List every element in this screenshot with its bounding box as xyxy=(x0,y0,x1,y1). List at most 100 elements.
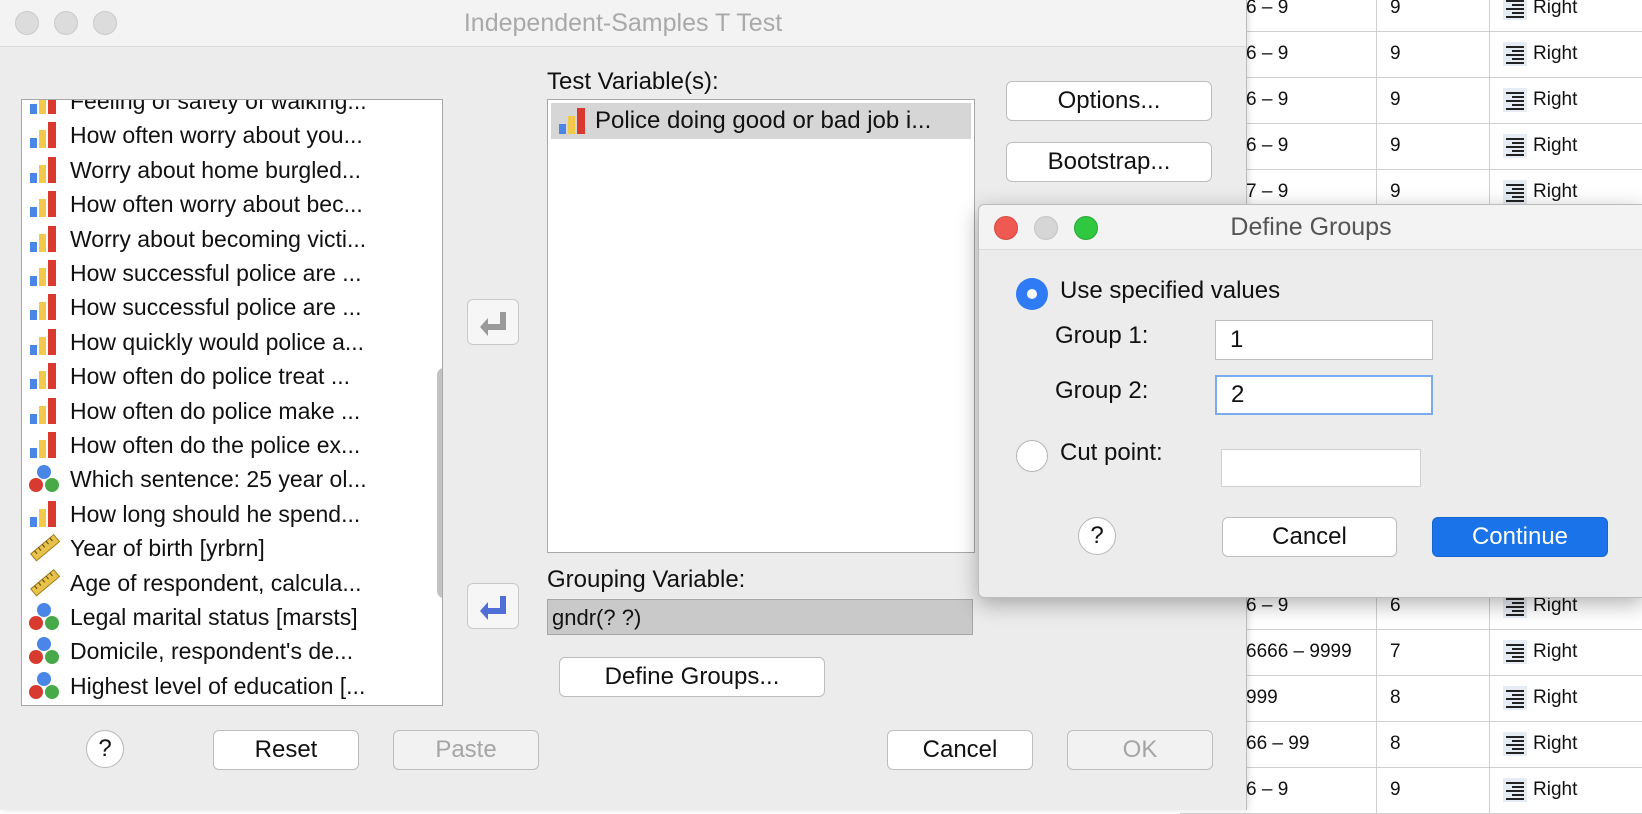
test-variable-label: Police doing good or bad job i... xyxy=(595,107,932,134)
align-label: Right xyxy=(1533,641,1578,662)
variable-label: Which sentence: 25 year ol... xyxy=(70,466,367,493)
test-variables-label: Test Variable(s): xyxy=(547,68,719,95)
align-cell[interactable]: Right xyxy=(1491,721,1642,767)
minimize-window-button[interactable] xyxy=(1034,216,1058,240)
grouping-variable-field[interactable]: gndr(? ?) xyxy=(547,599,973,635)
zoom-window-button[interactable] xyxy=(1074,216,1098,240)
ordinal-variable-icon xyxy=(28,224,60,254)
cancel-button[interactable]: Cancel xyxy=(887,730,1033,770)
paste-button[interactable]: Paste xyxy=(393,730,539,770)
grid-row: 999 8 Right xyxy=(1180,675,1642,722)
align-cell[interactable]: Right xyxy=(1491,0,1642,31)
variable-label: Feeling of safety of walking... xyxy=(70,99,367,114)
ordinal-variable-icon xyxy=(28,327,60,357)
align-right-icon xyxy=(1503,686,1527,710)
options-button[interactable]: Options... xyxy=(1006,81,1212,121)
move-to-test-variables-button[interactable] xyxy=(467,299,519,345)
nominal-variable-icon xyxy=(28,464,60,494)
define-groups-dialog: Define Groups Use specified values Group… xyxy=(978,204,1642,598)
grid-row: 6 – 9 9 Right xyxy=(1180,0,1642,32)
nominal-variable-icon xyxy=(28,602,60,632)
variable-label: How successful police are ... xyxy=(70,294,362,321)
nominal-variable-icon xyxy=(28,636,60,666)
grouping-variable-label: Grouping Variable: xyxy=(547,566,746,593)
variable-label: How often do police treat ... xyxy=(70,363,350,390)
move-to-grouping-variable-button[interactable] xyxy=(467,583,519,629)
align-label: Right xyxy=(1533,0,1578,18)
ordinal-variable-icon xyxy=(28,120,60,150)
ordinal-variable-icon xyxy=(28,155,60,185)
align-label: Right xyxy=(1533,733,1578,754)
cut-point-label: Cut point: xyxy=(1060,439,1163,466)
grid-row: 6 – 9 9 Right xyxy=(1180,767,1642,814)
minimize-window-button[interactable] xyxy=(54,11,78,35)
ok-button[interactable]: OK xyxy=(1067,730,1213,770)
grid-row: 66 – 99 8 Right xyxy=(1180,721,1642,768)
group-1-input[interactable]: 1 xyxy=(1215,320,1433,360)
bootstrap-button[interactable]: Bootstrap... xyxy=(1006,142,1212,182)
grid-row: 6 – 9 9 Right xyxy=(1180,31,1642,78)
continue-button[interactable]: Continue xyxy=(1432,517,1608,557)
columns-cell[interactable]: 9 xyxy=(1378,123,1490,169)
help-button[interactable]: ? xyxy=(86,730,124,768)
variable-label: How often worry about you... xyxy=(70,122,363,149)
ordinal-variable-icon xyxy=(557,106,589,136)
variable-label: How often do police make ... xyxy=(70,397,361,424)
variable-label: Legal marital status [marsts] xyxy=(70,604,358,630)
align-label: Right xyxy=(1533,43,1578,64)
align-label: Right xyxy=(1533,89,1578,110)
arrow-left-icon xyxy=(480,596,506,620)
group-2-label: Group 2: xyxy=(1055,377,1149,404)
scale-variable-icon xyxy=(28,533,61,563)
variable-label: Worry about home burgled... xyxy=(70,156,362,183)
ordinal-variable-icon xyxy=(28,499,60,529)
align-cell[interactable]: Right xyxy=(1491,77,1642,123)
columns-cell[interactable]: 8 xyxy=(1378,721,1490,767)
variable-label: How often do the police ex... xyxy=(70,432,361,458)
columns-cell[interactable]: 9 xyxy=(1378,77,1490,123)
define-groups-title: Define Groups xyxy=(1230,213,1392,241)
align-cell[interactable]: Right xyxy=(1491,31,1642,77)
variable-list-scrollbar[interactable] xyxy=(437,368,442,598)
use-specified-values-radio[interactable] xyxy=(1016,278,1048,310)
variable-label: How long should he spend... xyxy=(70,500,361,527)
align-label: Right xyxy=(1533,135,1578,156)
align-right-icon xyxy=(1503,640,1527,664)
help-button[interactable]: ? xyxy=(1078,517,1116,555)
reset-button[interactable]: Reset xyxy=(213,730,359,770)
align-right-icon xyxy=(1503,42,1527,66)
align-cell[interactable]: Right xyxy=(1491,675,1642,721)
cancel-button[interactable]: Cancel xyxy=(1222,517,1397,557)
columns-cell[interactable]: 9 xyxy=(1378,0,1490,31)
test-variables-list[interactable]: Police doing good or bad job i... xyxy=(547,99,975,553)
grid-row: 6 – 9 9 Right xyxy=(1180,123,1642,170)
align-right-icon xyxy=(1503,732,1527,756)
align-right-icon xyxy=(1503,88,1527,112)
close-window-button[interactable] xyxy=(994,216,1018,240)
align-cell[interactable]: Right xyxy=(1491,123,1642,169)
cut-point-input[interactable] xyxy=(1221,449,1421,487)
variable-label: How often worry about bec... xyxy=(70,191,363,218)
cut-point-radio[interactable] xyxy=(1016,440,1048,472)
ordinal-variable-icon xyxy=(28,396,60,426)
columns-cell[interactable]: 7 xyxy=(1378,629,1490,675)
zoom-window-button[interactable] xyxy=(93,11,117,35)
define-groups-titlebar: Define Groups xyxy=(979,205,1642,250)
ordinal-variable-icon xyxy=(28,258,60,288)
source-variable-list[interactable]: Highest level of education [... Domicile,… xyxy=(21,99,443,706)
align-right-icon xyxy=(1503,134,1527,158)
align-cell[interactable]: Right xyxy=(1491,767,1642,813)
ordinal-variable-icon xyxy=(28,430,60,460)
columns-cell[interactable]: 9 xyxy=(1378,767,1490,813)
align-cell[interactable]: Right xyxy=(1491,629,1642,675)
test-variable-item[interactable]: Police doing good or bad job i... xyxy=(551,103,971,139)
dialog-titlebar: Independent-Samples T Test xyxy=(0,0,1246,47)
ordinal-variable-icon xyxy=(28,292,60,322)
define-groups-button[interactable]: Define Groups... xyxy=(559,657,825,697)
variable-label: Worry about becoming victi... xyxy=(70,225,367,252)
group-2-input[interactable]: 2 xyxy=(1215,375,1433,415)
columns-cell[interactable]: 8 xyxy=(1378,675,1490,721)
variable-label: Domicile, respondent's de... xyxy=(70,638,354,665)
close-window-button[interactable] xyxy=(15,11,39,35)
columns-cell[interactable]: 9 xyxy=(1378,31,1490,77)
